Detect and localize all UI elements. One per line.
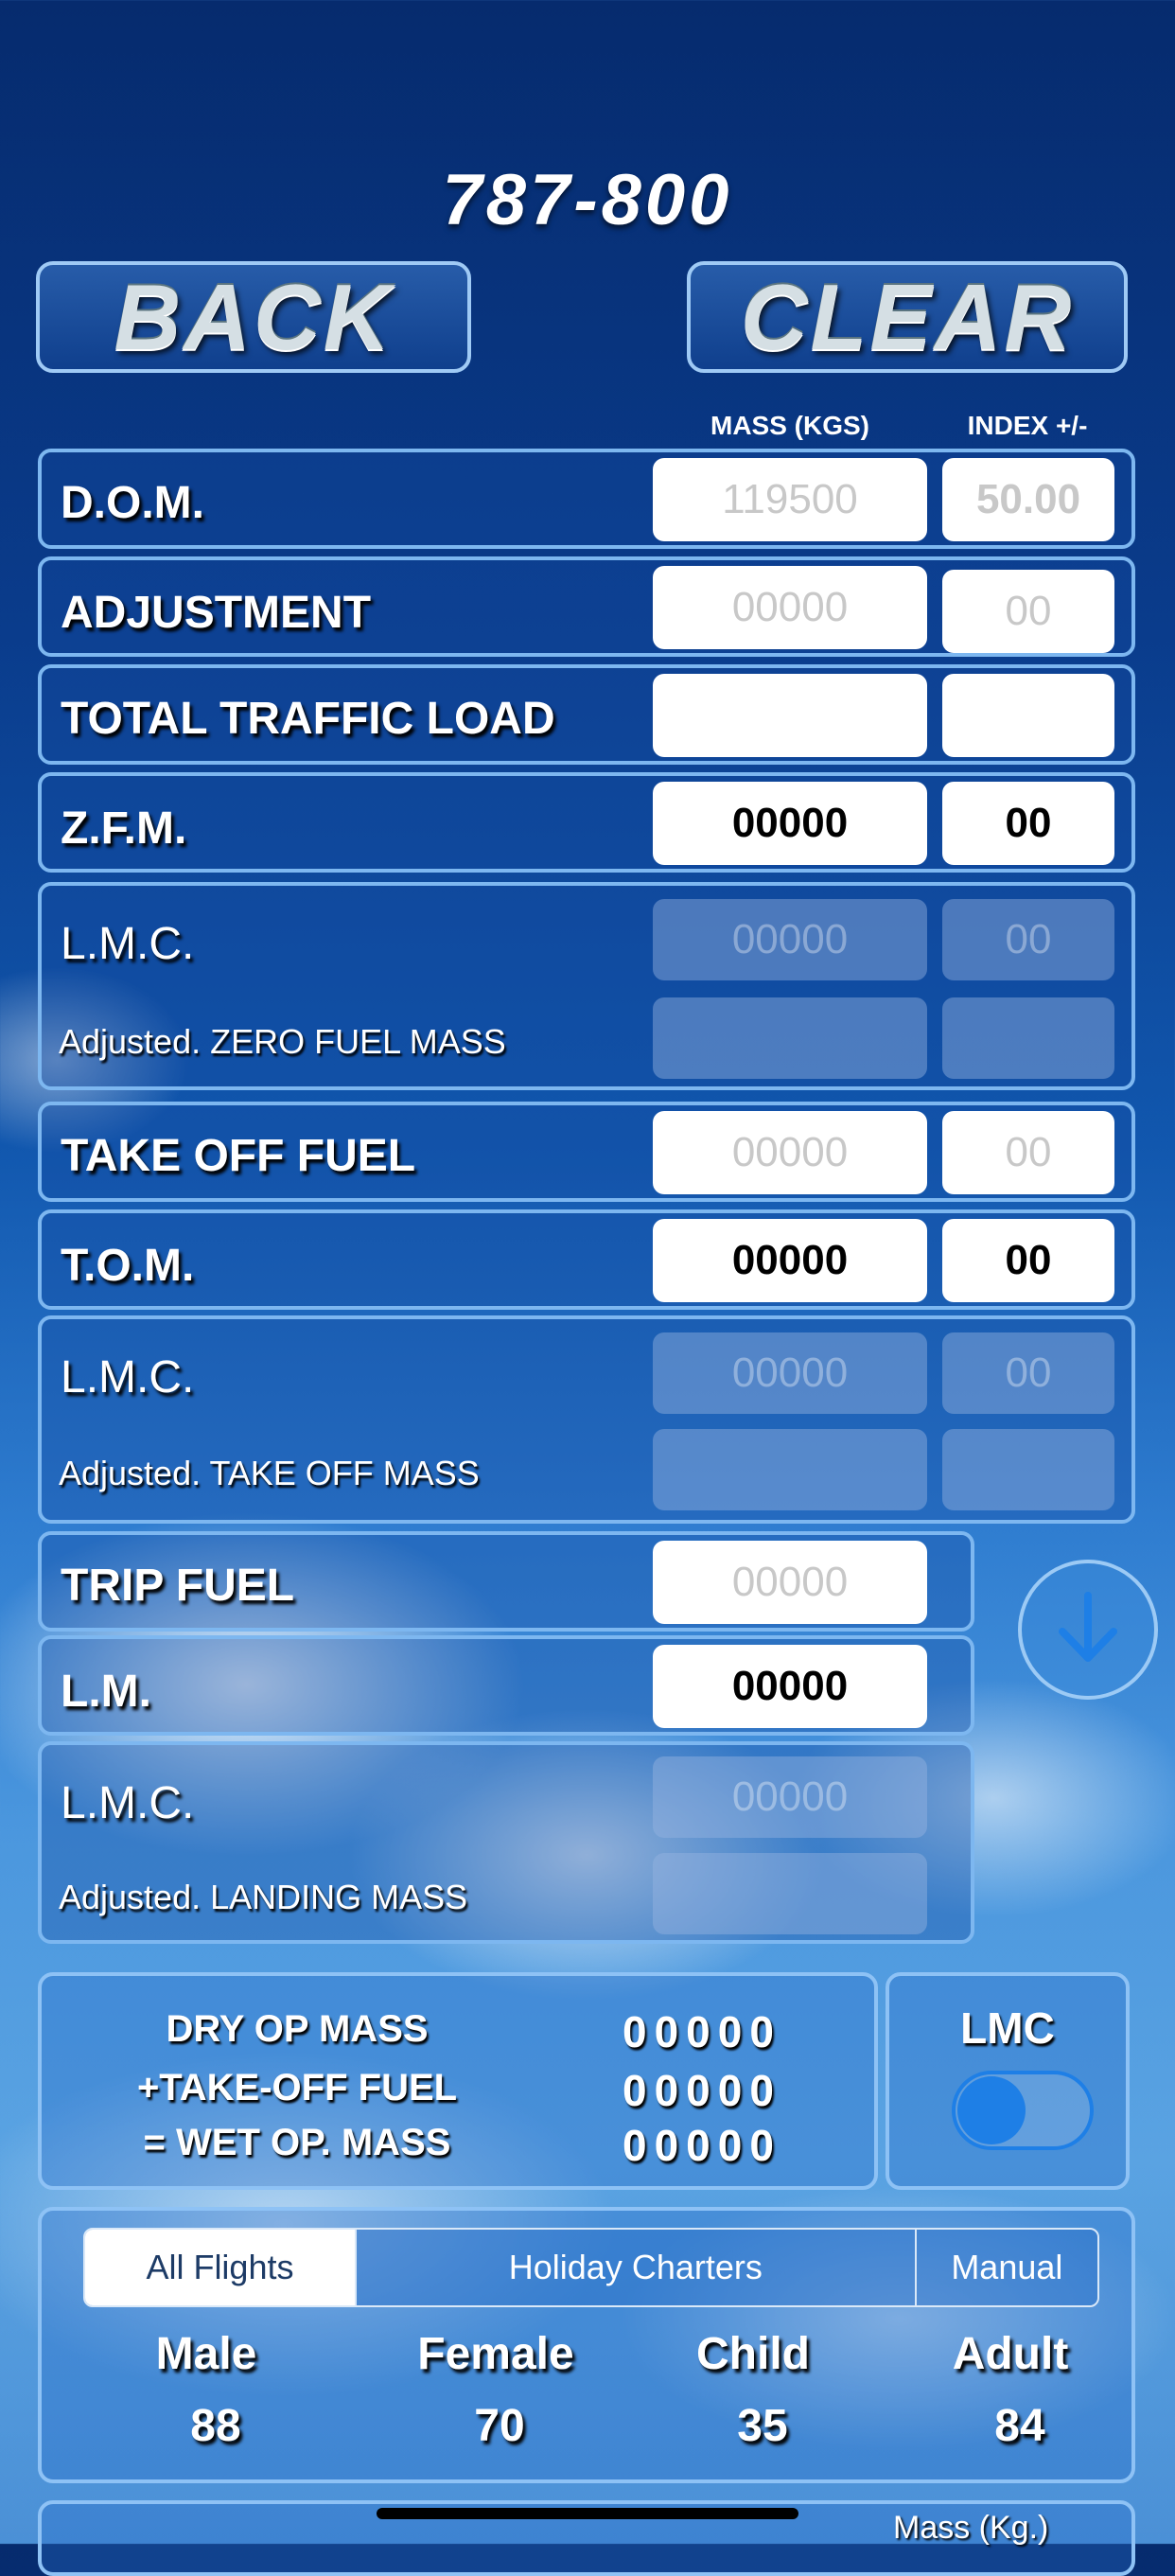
take-off-fuel-label: TAKE OFF FUEL bbox=[61, 1131, 416, 1181]
tom-mass-value: 00000 bbox=[653, 1219, 927, 1302]
lmc-tom-sublabel: Adjusted. TAKE OFF MASS bbox=[59, 1454, 480, 1492]
trip-fuel-mass-input[interactable]: 00000 bbox=[653, 1541, 927, 1624]
lmc-zfm-adjusted-index bbox=[942, 997, 1114, 1079]
adjustment-label: ADJUSTMENT bbox=[61, 588, 372, 638]
total-traffic-load-index-field[interactable] bbox=[942, 674, 1114, 757]
adult-header: Adult bbox=[952, 2329, 1069, 2379]
wet-op-mass-label: = WET OP. MASS bbox=[143, 2122, 451, 2163]
wet-op-mass-panel: DRY OP MASS 00000 +TAKE-OFF FUEL 00000 =… bbox=[38, 1972, 878, 2190]
lm-label: L.M. bbox=[61, 1667, 151, 1717]
zfm-index-value: 00 bbox=[942, 782, 1114, 865]
zfm-mass-value: 00000 bbox=[653, 782, 927, 865]
adjustment-index-input[interactable]: 00 bbox=[942, 570, 1114, 653]
lmc-lm-adjusted-mass bbox=[653, 1853, 927, 1934]
male-header: Male bbox=[155, 2329, 257, 2379]
arrow-down-icon bbox=[1055, 1590, 1121, 1670]
wet-op-mass-value: 00000 bbox=[623, 2121, 781, 2170]
tab-holiday-charters[interactable]: Holiday Charters bbox=[356, 2230, 917, 2305]
lm-row: L.M. 00000 bbox=[38, 1635, 974, 1736]
lmc-tom-mass-field: 00000 bbox=[653, 1332, 927, 1414]
index-column-header: INDEX +/- bbox=[967, 411, 1088, 440]
take-off-fuel-index-input[interactable]: 00 bbox=[942, 1111, 1114, 1194]
lmc-tom-label: L.M.C. bbox=[61, 1352, 195, 1403]
child-header: Child bbox=[696, 2329, 810, 2379]
lmc-tom-adjusted-index bbox=[942, 1429, 1114, 1510]
dry-op-mass-value: 00000 bbox=[623, 2007, 781, 2056]
lmc-lm-row: L.M.C. Adjusted. LANDING MASS 00000 bbox=[38, 1741, 974, 1944]
lmc-zfm-adjusted-mass bbox=[653, 997, 927, 1079]
adult-mass-value[interactable]: 84 bbox=[925, 2400, 1114, 2452]
tab-manual[interactable]: Manual bbox=[916, 2230, 1097, 2305]
passenger-mass-panel: All Flights Holiday Charters Manual Male… bbox=[38, 2207, 1135, 2483]
page-title: 787-800 bbox=[442, 160, 733, 240]
lmc-tom-row: L.M.C. Adjusted. TAKE OFF MASS 00000 00 bbox=[38, 1315, 1135, 1524]
take-off-fuel-summary-label: +TAKE-OFF FUEL bbox=[136, 2067, 458, 2108]
zfm-row: Z.F.M. 00000 00 bbox=[38, 772, 1135, 873]
lmc-zfm-index-field: 00 bbox=[942, 899, 1114, 980]
zfm-label: Z.F.M. bbox=[61, 803, 187, 854]
scroll-down-button[interactable] bbox=[1018, 1560, 1158, 1700]
adjustment-mass-input[interactable]: 00000 bbox=[653, 566, 927, 649]
lmc-zfm-mass-field: 00000 bbox=[653, 899, 927, 980]
take-off-fuel-row: TAKE OFF FUEL 00000 00 bbox=[38, 1102, 1135, 1202]
lmc-zfm-sublabel: Adjusted. ZERO FUEL MASS bbox=[59, 1022, 506, 1061]
flight-type-segmented-control[interactable]: All Flights Holiday Charters Manual bbox=[83, 2228, 1099, 2307]
trip-fuel-row: TRIP FUEL 00000 bbox=[38, 1531, 974, 1632]
total-traffic-load-row: TOTAL TRAFFIC LOAD bbox=[38, 664, 1135, 765]
tab-all-flights[interactable]: All Flights bbox=[85, 2230, 357, 2305]
take-off-fuel-summary-value: 00000 bbox=[623, 2066, 781, 2115]
tom-index-value: 00 bbox=[942, 1219, 1114, 1302]
female-header: Female bbox=[417, 2329, 574, 2379]
lmc-lm-label: L.M.C. bbox=[61, 1778, 195, 1828]
lmc-zfm-label: L.M.C. bbox=[61, 919, 195, 969]
tom-label: T.O.M. bbox=[61, 1241, 195, 1291]
lmc-toggle-panel: LMC bbox=[886, 1972, 1130, 2190]
male-mass-value[interactable]: 88 bbox=[121, 2400, 310, 2452]
take-off-fuel-mass-input[interactable]: 00000 bbox=[653, 1111, 927, 1194]
lm-mass-value: 00000 bbox=[653, 1645, 927, 1728]
lmc-toggle-switch[interactable] bbox=[952, 2071, 1094, 2150]
clear-button[interactable]: CLEAR bbox=[687, 261, 1128, 373]
lmc-tom-adjusted-mass bbox=[653, 1429, 927, 1510]
lmc-lm-mass-field: 00000 bbox=[653, 1756, 927, 1838]
lmc-toggle-label: LMC bbox=[960, 2003, 1055, 2053]
dom-label: D.O.M. bbox=[61, 478, 204, 528]
dom-index-field[interactable]: 50.00 bbox=[942, 458, 1114, 541]
child-mass-value[interactable]: 35 bbox=[668, 2400, 857, 2452]
mass-kg-label: Mass (Kg.) bbox=[893, 2510, 1049, 2546]
total-traffic-load-mass-field[interactable] bbox=[653, 674, 927, 757]
mass-column-header: MASS (KGS) bbox=[710, 411, 869, 440]
lmc-tom-index-field: 00 bbox=[942, 1332, 1114, 1414]
tom-row: T.O.M. 00000 00 bbox=[38, 1209, 1135, 1310]
trip-fuel-label: TRIP FUEL bbox=[61, 1561, 295, 1611]
toggle-knob bbox=[957, 2076, 1026, 2144]
dry-op-mass-label: DRY OP MASS bbox=[166, 2008, 429, 2050]
adjustment-row: ADJUSTMENT 00000 00 bbox=[38, 556, 1135, 657]
home-indicator[interactable] bbox=[377, 2508, 798, 2519]
dom-mass-field[interactable]: 119500 bbox=[653, 458, 927, 541]
lmc-zfm-row: L.M.C. Adjusted. ZERO FUEL MASS 00000 00 bbox=[38, 882, 1135, 1090]
dom-row: D.O.M. 119500 50.00 bbox=[38, 449, 1135, 549]
total-traffic-load-label: TOTAL TRAFFIC LOAD bbox=[61, 694, 555, 744]
female-mass-value[interactable]: 70 bbox=[405, 2400, 594, 2452]
lmc-lm-sublabel: Adjusted. LANDING MASS bbox=[59, 1878, 468, 1916]
back-button[interactable]: BACK bbox=[36, 261, 471, 373]
